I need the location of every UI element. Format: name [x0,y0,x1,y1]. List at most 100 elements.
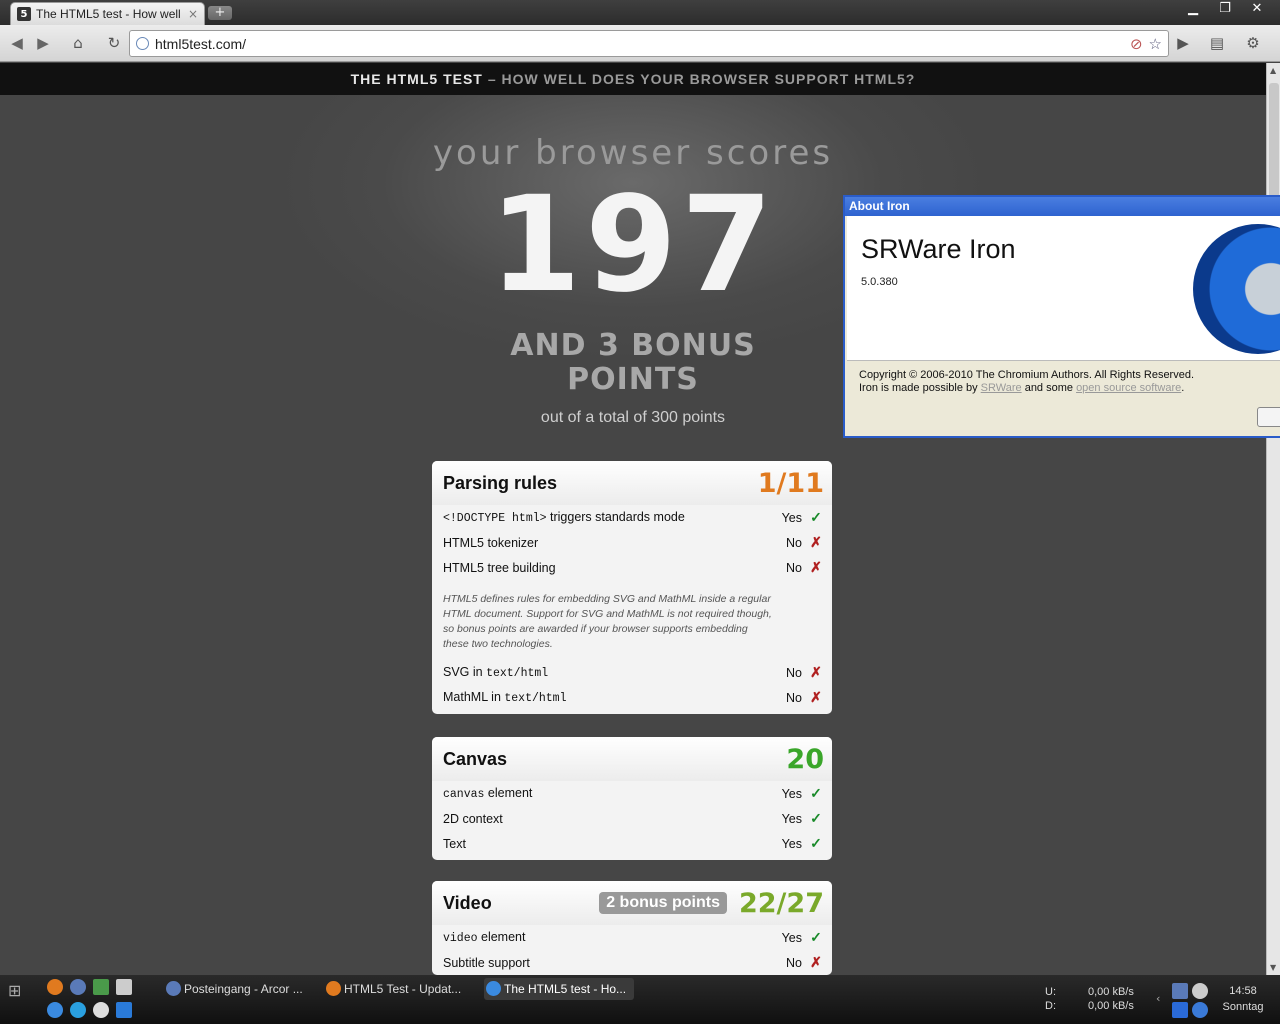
scores-label: your browser scores [432,133,834,173]
section-parsing-rules: Parsing rules 1/11 <!DOCTYPE html> trigg… [432,461,832,714]
taskbar-item-mail[interactable]: Posteingang - Arcor ... [164,978,314,1000]
clock[interactable]: 14:58 Sonntag [1218,983,1268,1015]
url-text[interactable]: html5test.com/ [155,36,246,52]
cross-icon: ✗ [810,664,822,680]
tab-strip: 5 The HTML5 test - How well … × + ▁ ❐ ✕ [0,0,1280,25]
feature-text: Text [443,836,466,851]
wrench-menu-icon[interactable]: ⚙ [1242,32,1264,54]
section-canvas: Canvas 20 canvas element Yes ✓ 2D context Ye… [432,737,832,860]
section-header: Video 2 bonus points 22/27 [432,881,832,925]
reload-icon[interactable]: ↻ [103,32,125,54]
result-value: Yes [781,836,802,851]
feature-text: SVG in [443,665,487,679]
scroll-down-arrow-icon[interactable]: ▼ [1270,963,1276,972]
feature-label: SVG in text/html [443,665,766,680]
checkmark-icon: ✓ [810,509,822,525]
home-icon[interactable]: ⌂ [67,32,89,54]
network-tool-icon[interactable] [93,979,109,995]
feature-code: <!DOCTYPE html> [443,512,547,525]
section-score: 20 [786,743,824,775]
cross-icon: ✗ [810,954,822,970]
clock-time: 14:58 [1229,985,1257,997]
scroll-thumb[interactable] [1269,83,1279,203]
result-row: Text Yes ✓ [432,831,832,856]
tray-app-icon[interactable] [1192,983,1208,999]
dialog-title: About Iron [845,197,1280,216]
shutdown-icon[interactable] [93,1002,109,1018]
globe-icon [136,37,149,50]
shield-icon[interactable] [116,979,132,995]
thunderbird-icon[interactable] [70,979,86,995]
srware-link[interactable]: SRWare [981,382,1022,394]
bluetooth-icon[interactable] [1172,1002,1188,1018]
download-label: D: [1045,1000,1056,1012]
feature-text: element [484,786,533,800]
tray-expand-icon[interactable]: ‹ [1156,992,1160,1005]
content-blocked-icon[interactable]: ⊘ [1130,35,1143,53]
taskbar-item-firefox[interactable]: HTML5 Test - Updat... [324,978,474,1000]
teamviewer-icon[interactable] [116,1002,132,1018]
page-menu-icon[interactable]: ▤ [1206,32,1228,54]
section-note: HTML5 defines rules for embedding SVG an… [443,593,772,650]
result-row: <!DOCTYPE html> triggers standards mode Y… [432,505,832,530]
firefox-icon[interactable] [47,979,63,995]
feature-code: text/html [504,692,567,705]
result-row: SVG in text/html No ✗ [432,660,832,685]
checkmark-icon: ✓ [810,785,822,801]
cross-icon: ✗ [810,689,822,705]
copyright-line: Copyright © 2006-2010 The Chromium Autho… [859,369,1195,381]
result-value: Yes [781,510,802,525]
site-subtitle: – HOW WELL DOES YOUR BROWSER SUPPORT HTM… [487,71,916,87]
cross-icon: ✗ [810,534,822,550]
feature-label: Text [443,837,766,851]
tab-close-icon[interactable]: × [188,7,198,21]
bookmark-star-icon[interactable]: ☆ [1149,35,1162,53]
clock-day: Sonntag [1222,1001,1264,1013]
period-text: . [1181,382,1185,394]
tray-app-icon[interactable] [1192,1002,1208,1018]
checkmark-icon: ✓ [810,835,822,851]
scroll-up-arrow-icon[interactable]: ▲ [1270,66,1276,75]
iron-browser-icon [486,981,501,996]
iron-browser-icon[interactable] [47,1002,63,1018]
feature-code: canvas [443,788,485,801]
feature-code: video [443,932,478,945]
feature-label: MathML in text/html [443,690,766,705]
feature-label: 2D context [443,812,766,826]
play-icon[interactable]: ▶ [1172,32,1194,54]
result-value: No [786,535,802,550]
browser-toolbar: ◀ ▶ ⌂ ↻ html5test.com/ ⊘ ☆ ▶ ▤ ⚙ [0,25,1280,62]
skype-icon[interactable] [70,1002,86,1018]
taskbar-item-iron[interactable]: The HTML5 test - Ho... [484,978,634,1000]
open-source-link[interactable]: open source software [1076,382,1181,394]
result-row: HTML5 tree building No ✗ [432,555,832,580]
taskbar: ⊞ Posteingang - Arcor ... HTML5 Test - U… [0,975,1280,1024]
close-window-button[interactable]: ✕ [1244,0,1270,18]
feature-label: HTML5 tree building [443,561,766,575]
thunderbird-icon [166,981,181,996]
address-bar[interactable]: html5test.com/ ⊘ ☆ [129,30,1169,57]
minimize-button[interactable]: ▁ [1180,0,1206,18]
feature-label: Subtitle support [443,956,766,970]
new-tab-button[interactable]: + [208,6,232,20]
forward-arrow-icon[interactable]: ▶ [32,32,54,54]
ok-button[interactable] [1257,407,1280,427]
result-value: No [786,955,802,970]
html5test-favicon-icon: 5 [17,7,31,21]
feature-code: text/html [486,667,549,680]
product-name: SRWare Iron [861,234,1016,264]
and-some-text: and some [1021,382,1077,394]
restore-button[interactable]: ❐ [1212,0,1238,18]
back-arrow-icon[interactable]: ◀ [6,32,28,54]
result-row: video element Yes ✓ [432,925,832,950]
network-tray-icon[interactable] [1172,983,1188,999]
section-header: Canvas 20 [432,737,832,781]
section-title: Video [443,892,492,913]
tab-html5test[interactable]: 5 The HTML5 test - How well … × [10,2,205,25]
start-windows-icon[interactable]: ⊞ [8,981,28,1001]
task-label: Posteingang - Arcor ... [184,982,303,996]
result-value: Yes [781,930,802,945]
bonus-badge: 2 bonus points [599,892,727,914]
site-title[interactable]: THE HTML5 TEST [351,71,483,87]
feature-text: Subtitle support [443,955,530,970]
